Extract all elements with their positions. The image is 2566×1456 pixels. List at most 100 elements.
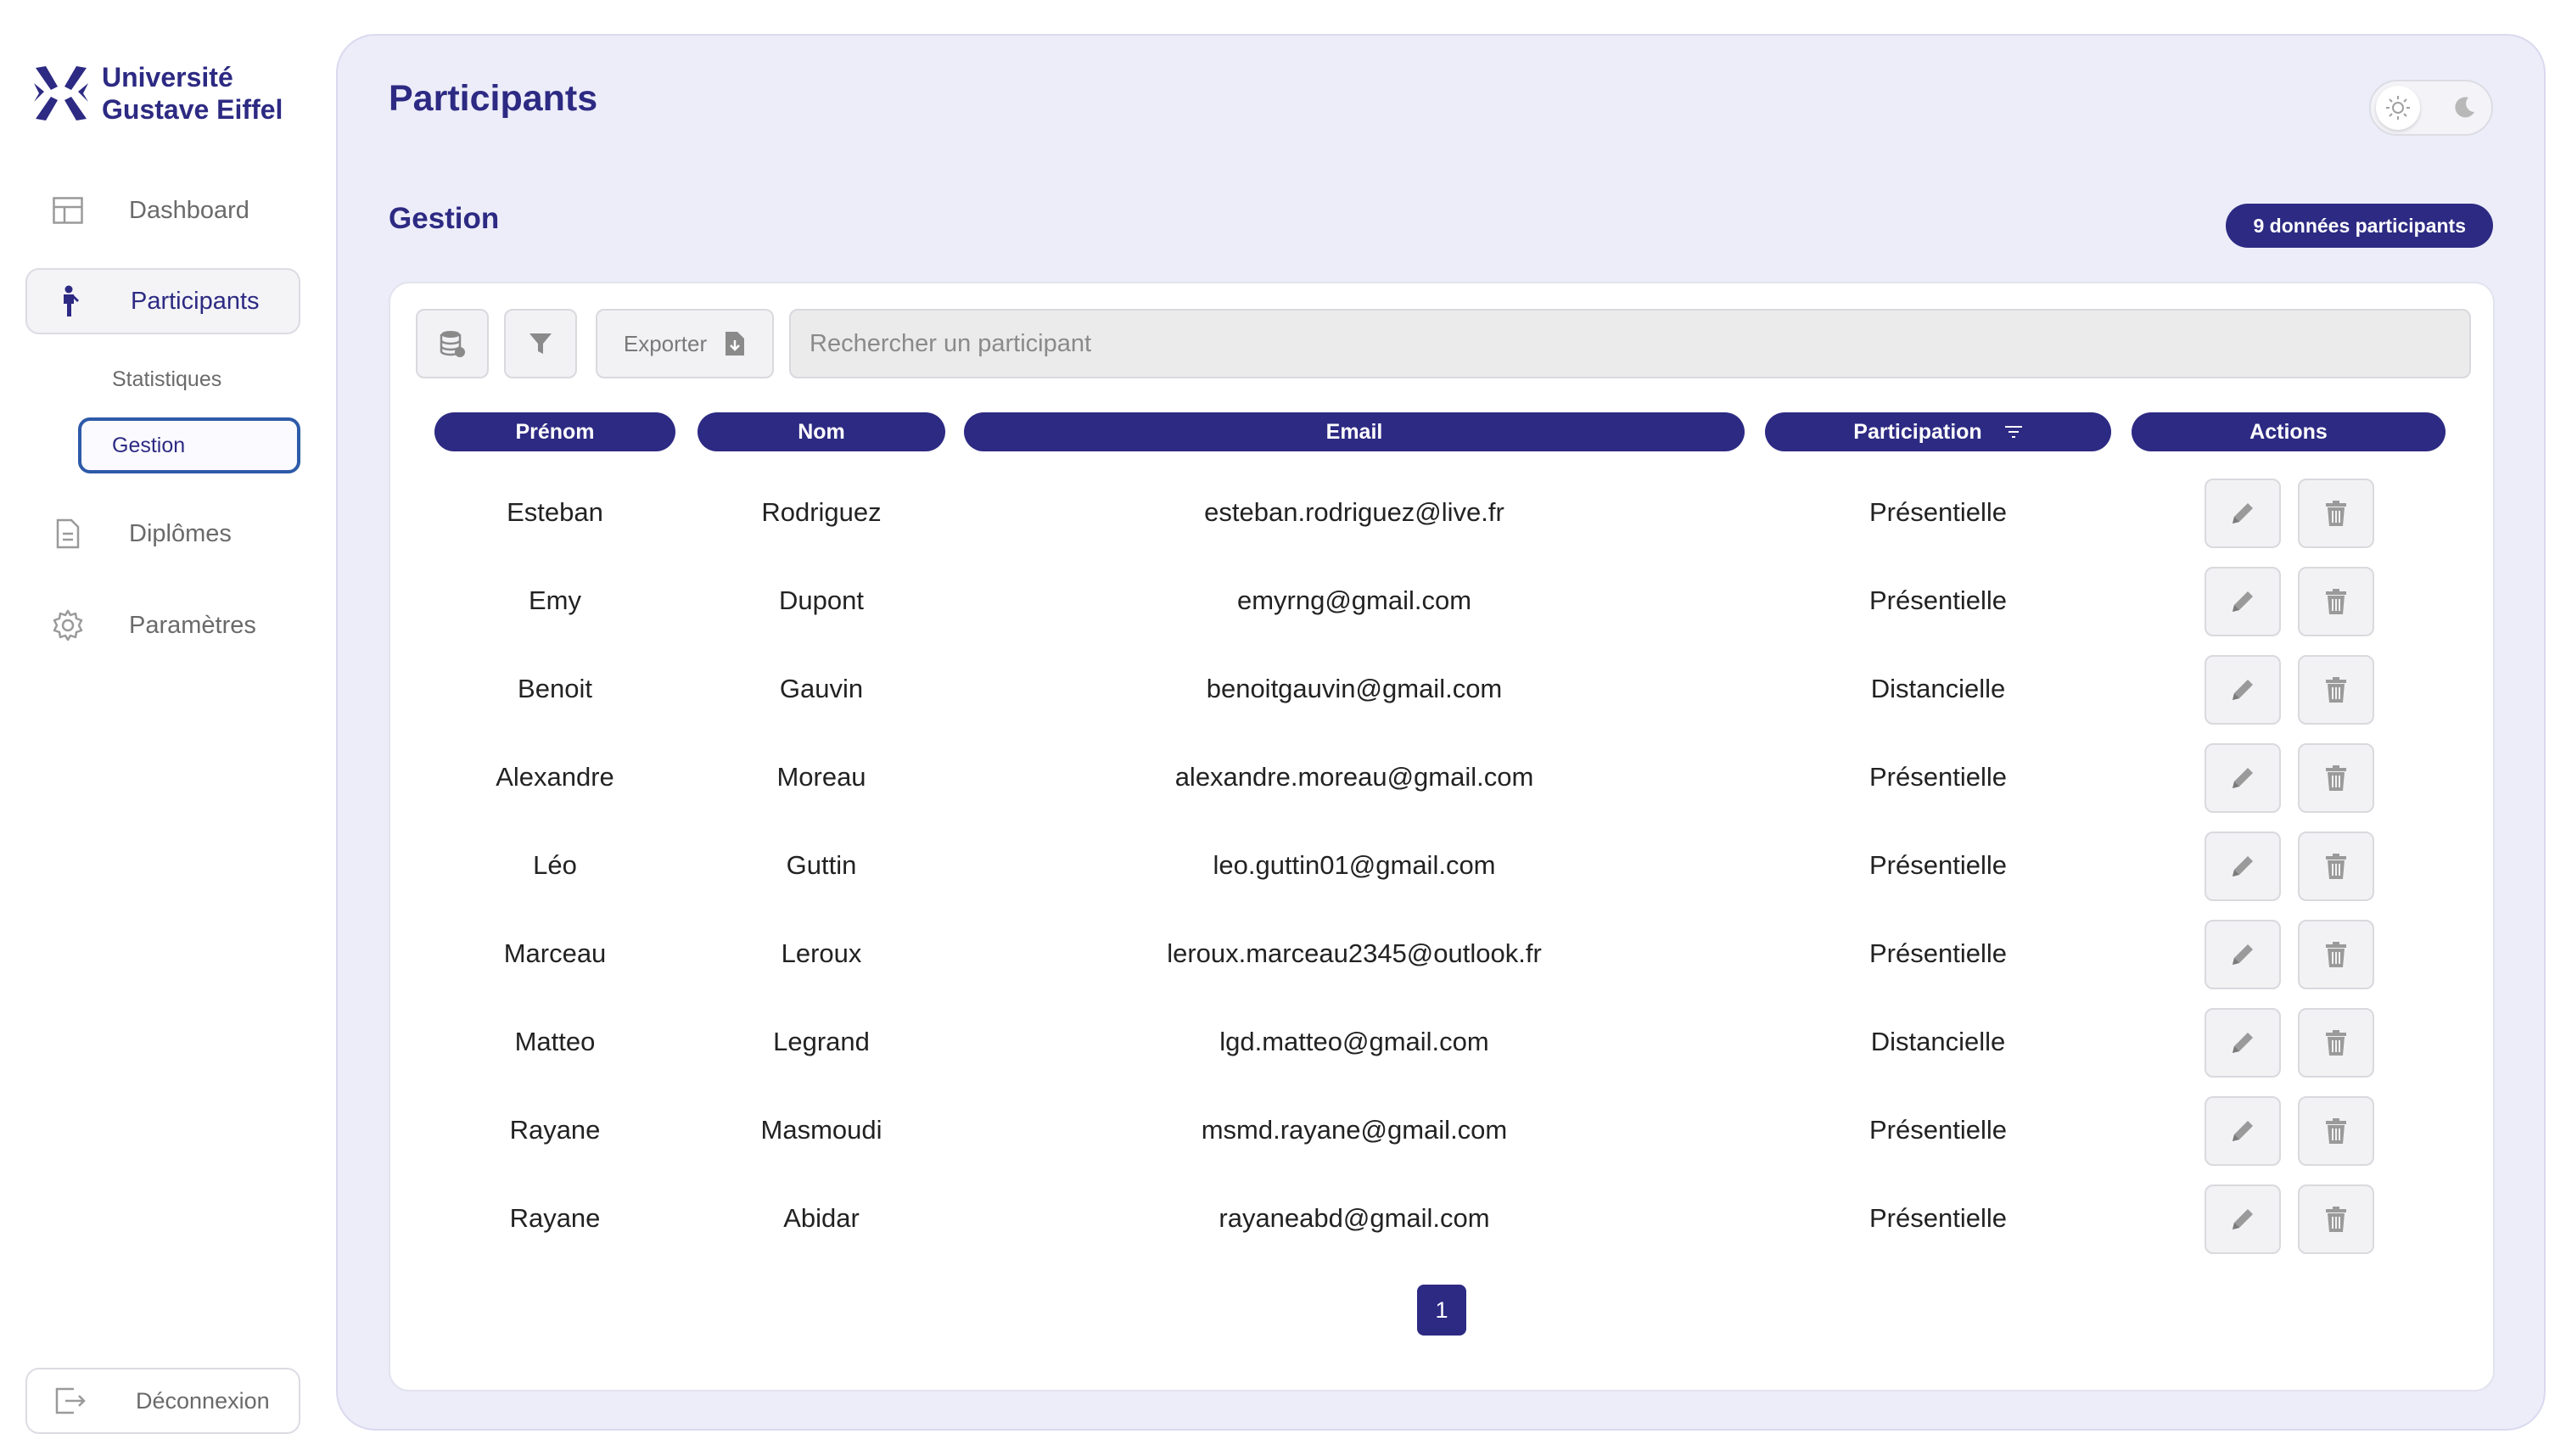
cell-prenom: Marceau — [503, 938, 607, 968]
cell-participation: Présentielle — [1869, 1203, 2007, 1233]
pencil-icon — [2233, 1033, 2253, 1053]
edit-button[interactable] — [2205, 655, 2281, 725]
cell-participation: Présentielle — [1869, 850, 2007, 880]
cell-participation: Présentielle — [1869, 762, 2007, 792]
column-header-label: Email — [1325, 419, 1383, 444]
delete-button[interactable] — [2298, 1008, 2374, 1078]
cell-nom: Moreau — [776, 762, 866, 792]
cell-prenom: Rayane — [509, 1203, 601, 1233]
sidebar-subitem-statistiques[interactable]: Statistiques — [78, 351, 300, 407]
cell-prenom: Léo — [533, 850, 577, 880]
trash-icon — [2326, 1207, 2346, 1232]
column-header-email[interactable]: Email — [964, 412, 1745, 451]
table-row: Léo Guttin leo.guttin01@gmail.com Présen… — [390, 821, 2496, 910]
edit-button[interactable] — [2205, 743, 2281, 813]
edit-button[interactable] — [2205, 1096, 2281, 1166]
edit-button[interactable] — [2205, 479, 2281, 548]
delete-button[interactable] — [2298, 832, 2374, 901]
table-row: Emy Dupont emyrng@gmail.com Présentielle — [390, 557, 2496, 645]
column-header-label: Participation — [1853, 419, 1982, 444]
column-header-label: Prénom — [515, 419, 595, 444]
pencil-icon — [2233, 768, 2253, 788]
logo-line-1: Université — [102, 62, 233, 92]
filter-button[interactable] — [504, 309, 577, 378]
delete-button[interactable] — [2298, 567, 2374, 636]
participants-card: Exporter Prénom Nom Email Participation … — [389, 282, 2495, 1392]
moon-icon[interactable] — [2442, 86, 2486, 130]
edit-button[interactable] — [2205, 1008, 2281, 1078]
cell-nom: Masmoudi — [760, 1115, 882, 1145]
main-panel: Participants Gestion 9 données participa… — [336, 34, 2546, 1431]
sidebar-item-diplomes[interactable]: Diplômes — [25, 501, 300, 567]
trash-icon — [2326, 765, 2346, 791]
trash-icon — [2326, 854, 2346, 879]
delete-button[interactable] — [2298, 920, 2374, 989]
logout-icon — [54, 1384, 88, 1418]
cell-nom: Guttin — [786, 850, 857, 880]
table-row: Rayane Masmoudi msmd.rayane@gmail.com Pr… — [390, 1086, 2496, 1174]
table-row: Alexandre Moreau alexandre.moreau@gmail.… — [390, 733, 2496, 821]
cell-participation: Distancielle — [1870, 1027, 2006, 1056]
sun-icon[interactable] — [2376, 86, 2420, 130]
sidebar-item-dashboard[interactable]: Dashboard — [25, 177, 300, 244]
logo-line-2: Gustave Eiffel — [102, 94, 283, 125]
sidebar-item-participants[interactable]: Participants — [25, 268, 300, 334]
database-button[interactable] — [416, 309, 489, 378]
export-button[interactable]: Exporter — [596, 309, 774, 378]
sort-icon[interactable] — [2004, 425, 2023, 439]
participants-count-badge: 9 données participants — [2226, 204, 2493, 248]
file-download-icon — [726, 332, 745, 356]
cell-prenom: Emy — [529, 585, 581, 615]
cell-email: leroux.marceau2345@outlook.fr — [1167, 938, 1542, 968]
document-icon — [51, 517, 85, 551]
theme-toggle[interactable] — [2369, 80, 2493, 136]
sidebar-item-label: Dashboard — [129, 196, 249, 224]
edit-button[interactable] — [2205, 832, 2281, 901]
page-title: Participants — [389, 78, 598, 119]
sidebar-item-label: Paramètres — [129, 611, 256, 639]
delete-button[interactable] — [2298, 1184, 2374, 1254]
filter-icon — [529, 333, 552, 354]
search-input[interactable] — [789, 309, 2471, 378]
logout-label: Déconnexion — [136, 1387, 270, 1414]
column-header-nom[interactable]: Nom — [698, 412, 945, 451]
database-icon — [440, 331, 465, 357]
pencil-icon — [2233, 1121, 2253, 1141]
edit-button[interactable] — [2205, 1184, 2281, 1254]
cell-prenom: Alexandre — [496, 762, 614, 792]
table-row: Marceau Leroux leroux.marceau2345@outloo… — [390, 910, 2496, 998]
cell-prenom: Matteo — [514, 1027, 596, 1056]
trash-icon — [2326, 677, 2346, 703]
sidebar-subitem-label: Statistiques — [112, 367, 222, 391]
cell-prenom: Benoit — [518, 674, 592, 703]
sidebar-item-label: Diplômes — [129, 519, 232, 547]
sidebar-subitem-label: Gestion — [112, 433, 186, 457]
trash-icon — [2326, 501, 2346, 526]
cell-email: alexandre.moreau@gmail.com — [1174, 762, 1534, 792]
delete-button[interactable] — [2298, 743, 2374, 813]
person-icon — [53, 284, 87, 318]
sidebar-subitem-gestion[interactable]: Gestion — [78, 417, 300, 473]
gear-icon — [51, 608, 85, 642]
logout-button[interactable]: Déconnexion — [25, 1368, 300, 1434]
trash-icon — [2326, 1030, 2346, 1056]
sidebar-item-parametres[interactable]: Paramètres — [25, 592, 300, 658]
edit-button[interactable] — [2205, 920, 2281, 989]
cell-nom: Legrand — [773, 1027, 870, 1056]
table-row: Benoit Gauvin benoitgauvin@gmail.com Dis… — [390, 645, 2496, 733]
column-header-label: Nom — [798, 419, 845, 444]
table-row: Matteo Legrand lgd.matteo@gmail.com Dist… — [390, 998, 2496, 1086]
column-header-participation[interactable]: Participation — [1765, 412, 2111, 451]
delete-button[interactable] — [2298, 479, 2374, 548]
delete-button[interactable] — [2298, 1096, 2374, 1166]
cell-email: leo.guttin01@gmail.com — [1213, 850, 1496, 880]
university-logo[interactable]: Université Gustave Eiffel — [32, 59, 283, 127]
delete-button[interactable] — [2298, 655, 2374, 725]
pencil-icon — [2233, 944, 2253, 965]
edit-button[interactable] — [2205, 567, 2281, 636]
pencil-icon — [2233, 503, 2253, 524]
cell-email: msmd.rayane@gmail.com — [1201, 1115, 1508, 1145]
column-header-prenom[interactable]: Prénom — [434, 412, 675, 451]
cell-participation: Présentielle — [1869, 1115, 2007, 1145]
pagination-page-1[interactable]: 1 — [1417, 1285, 1466, 1336]
